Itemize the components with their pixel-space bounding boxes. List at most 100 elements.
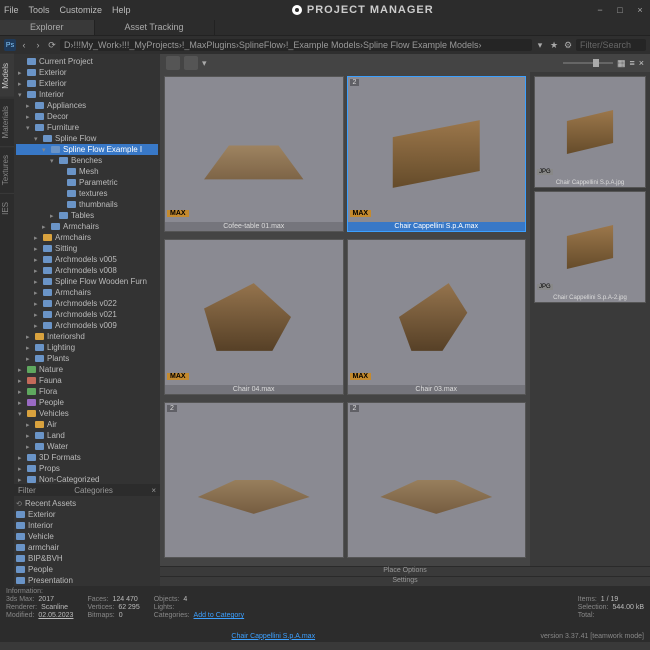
- menu-customize[interactable]: Customize: [60, 5, 103, 15]
- search-input[interactable]: Filter/Search: [576, 39, 646, 51]
- settings-bar[interactable]: Settings: [160, 576, 650, 586]
- tree-item[interactable]: ▸Air: [16, 419, 158, 430]
- tree-item[interactable]: ▸Appliances: [16, 100, 158, 111]
- recent-assets[interactable]: ⟲Recent Assets: [16, 498, 158, 509]
- tool-merge-icon[interactable]: [184, 56, 198, 70]
- filter-header: Filter Categories ×: [14, 484, 160, 496]
- info-bar: Information: 3ds Max:2017 Renderer:Scanl…: [0, 586, 650, 630]
- filter-item[interactable]: armchair: [16, 542, 158, 553]
- tree-item[interactable]: Parametric: [16, 177, 158, 188]
- filter-item[interactable]: Exterior: [16, 509, 158, 520]
- tree-item[interactable]: ▸Archmodels v008: [16, 265, 158, 276]
- filter-icon[interactable]: ⚙: [562, 39, 574, 51]
- thumbnail[interactable]: MAXChair 03.max: [347, 239, 527, 395]
- breadcrumb[interactable]: D › !!!My_Work › !!!_MyProjects › !_MaxP…: [60, 39, 532, 51]
- tab-explorer[interactable]: Explorer: [0, 20, 95, 35]
- tree-item[interactable]: ▸Sitting: [16, 243, 158, 254]
- tree-item[interactable]: ▸Archmodels v022: [16, 298, 158, 309]
- tool-cube-icon[interactable]: [166, 56, 180, 70]
- tree-item[interactable]: ▾Interior: [16, 89, 158, 100]
- thumbnail-size-slider[interactable]: [563, 62, 613, 64]
- tree-item[interactable]: ▸Archmodels v021: [16, 309, 158, 320]
- categories-button[interactable]: Categories: [74, 486, 113, 495]
- side-tab-materials[interactable]: Materials: [0, 97, 14, 146]
- tree-item[interactable]: ▸Lighting: [16, 342, 158, 353]
- tree-item[interactable]: ▸Spline Flow Wooden Furn: [16, 276, 158, 287]
- dropdown-icon[interactable]: ▾: [534, 39, 546, 51]
- tree-item[interactable]: ▸Exterior: [16, 78, 158, 89]
- tree-item[interactable]: ▸Archmodels v005: [16, 254, 158, 265]
- version-label: version 3.37.41 [teamwork mode]: [541, 633, 645, 640]
- app-title: PROJECT MANAGER: [131, 4, 594, 16]
- tree-item[interactable]: ▾Furniture: [16, 122, 158, 133]
- maximize-icon[interactable]: □: [614, 5, 626, 15]
- side-tab-textures[interactable]: Textures: [0, 146, 14, 193]
- tree-item[interactable]: thumbnails: [16, 199, 158, 210]
- view-list-icon[interactable]: ≡: [629, 58, 634, 68]
- side-tab-ies[interactable]: IES: [0, 193, 14, 223]
- tree-item[interactable]: ▸Water: [16, 441, 158, 452]
- main-menu: File Tools Customize Help: [4, 5, 131, 15]
- tree-item[interactable]: ▸Flora: [16, 386, 158, 397]
- place-options-bar[interactable]: Place Options: [160, 566, 650, 576]
- tree-item[interactable]: ▸Armchairs: [16, 221, 158, 232]
- side-tab-models[interactable]: Models: [0, 54, 14, 97]
- nav-refresh-icon[interactable]: ⟳: [46, 39, 58, 51]
- thumbnail[interactable]: 2: [347, 402, 527, 558]
- status-filename[interactable]: Chair Cappellini S.p.A.max: [6, 633, 541, 640]
- tree-item[interactable]: ▸Fauna: [16, 375, 158, 386]
- close-icon[interactable]: ×: [634, 5, 646, 15]
- filter-item[interactable]: Presentation: [16, 575, 158, 586]
- nav-back-icon[interactable]: ‹: [18, 39, 30, 51]
- minimize-icon[interactable]: −: [594, 5, 606, 15]
- tree-item[interactable]: ▸Exterior: [16, 67, 158, 78]
- thumbnail[interactable]: 2MAXChair Cappellini S.p.A.max: [347, 76, 527, 232]
- thumbnail[interactable]: MAXChair 04.max: [164, 239, 344, 395]
- view-grid-icon[interactable]: ▦: [617, 58, 626, 69]
- tree-item[interactable]: ▸Armchairs: [16, 287, 158, 298]
- tree-item[interactable]: ▸Archmodels v009: [16, 320, 158, 331]
- filter-item[interactable]: BIP&BVH: [16, 553, 158, 564]
- gallery-thumbnail[interactable]: JPGChair Cappellini S.p.A.jpg: [534, 76, 646, 188]
- nav-forward-icon[interactable]: ›: [32, 39, 44, 51]
- tree-item[interactable]: ▸Plants: [16, 353, 158, 364]
- tree-item[interactable]: textures: [16, 188, 158, 199]
- tab-asset-tracking[interactable]: Asset Tracking: [95, 20, 215, 35]
- tree-item[interactable]: ▸Non-Categorized: [16, 474, 158, 484]
- menu-help[interactable]: Help: [112, 5, 131, 15]
- tree-item[interactable]: ▾Spline Flow Example I: [16, 144, 158, 155]
- tree-item[interactable]: ▾Vehicles: [16, 408, 158, 419]
- thumbnail[interactable]: MAXCofee-table 01.max: [164, 76, 344, 232]
- content-area: ▾ ▦ ≡ × MAXCofee-table 01.max2MAXChair C…: [160, 54, 650, 586]
- thumbnail[interactable]: 2: [164, 402, 344, 558]
- tree-item[interactable]: ▸Land: [16, 430, 158, 441]
- favorite-icon[interactable]: ★: [548, 39, 560, 51]
- tree-item[interactable]: ▸People: [16, 397, 158, 408]
- tree-item[interactable]: ▸Armchairs: [16, 232, 158, 243]
- titlebar: File Tools Customize Help PROJECT MANAGE…: [0, 0, 650, 20]
- tree-item[interactable]: ▾Spline Flow: [16, 133, 158, 144]
- gallery-thumbnail[interactable]: JPGChair Cappellini S.p.A-2.jpg: [534, 191, 646, 303]
- add-to-category-link[interactable]: Add to Category: [194, 612, 245, 619]
- tree-item[interactable]: ▸Tables: [16, 210, 158, 221]
- tree-item[interactable]: ▸3D Formats: [16, 452, 158, 463]
- content-toolbar: ▾ ▦ ≡ ×: [160, 54, 650, 72]
- tool-dropdown-icon[interactable]: ▾: [202, 58, 207, 69]
- ps-icon[interactable]: Ps: [4, 39, 16, 51]
- menu-file[interactable]: File: [4, 5, 19, 15]
- filter-item[interactable]: Vehicle: [16, 531, 158, 542]
- folder-tree[interactable]: Current Project▸Exterior▸Exterior▾Interi…: [14, 54, 160, 484]
- tree-item[interactable]: ▾Benches: [16, 155, 158, 166]
- tree-item[interactable]: Mesh: [16, 166, 158, 177]
- thumbnail-grid: MAXCofee-table 01.max2MAXChair Cappellin…: [160, 72, 530, 566]
- tree-item[interactable]: ▸Interiorshd: [16, 331, 158, 342]
- tree-item[interactable]: ▸Nature: [16, 364, 158, 375]
- gallery-close-icon[interactable]: ×: [639, 58, 644, 68]
- menu-tools[interactable]: Tools: [29, 5, 50, 15]
- close-filter-icon[interactable]: ×: [151, 486, 156, 495]
- filter-item[interactable]: Interior: [16, 520, 158, 531]
- tree-item[interactable]: Current Project: [16, 56, 158, 67]
- tree-item[interactable]: ▸Props: [16, 463, 158, 474]
- tree-item[interactable]: ▸Decor: [16, 111, 158, 122]
- filter-item[interactable]: People: [16, 564, 158, 575]
